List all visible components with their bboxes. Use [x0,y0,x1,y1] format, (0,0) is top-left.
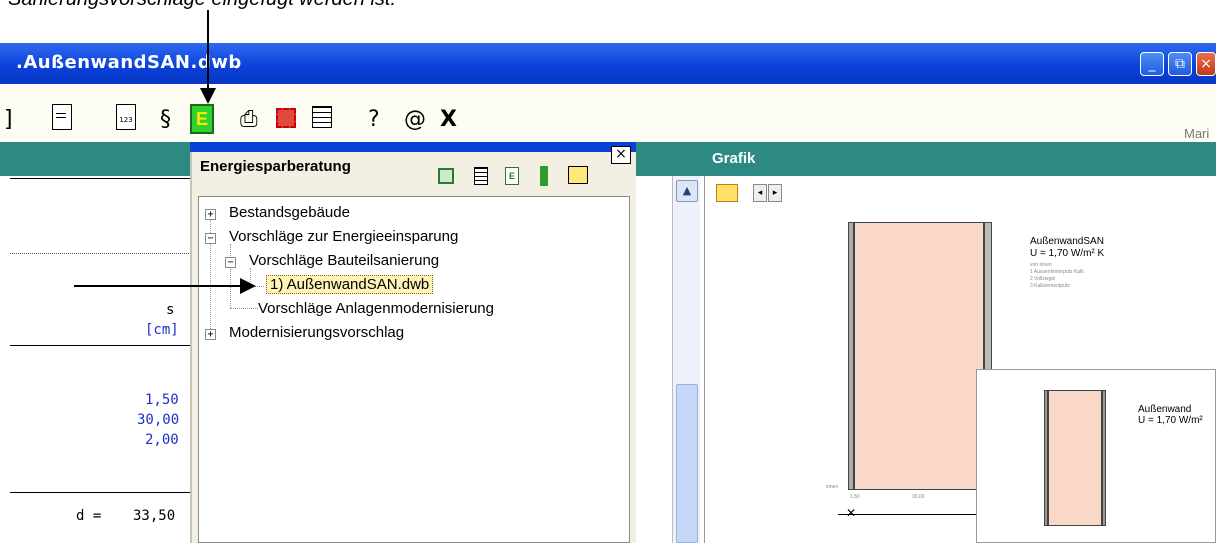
annotation-arrowhead [240,278,256,294]
annotation-arrowhead [200,88,216,104]
annotation-arrows [74,10,256,294]
